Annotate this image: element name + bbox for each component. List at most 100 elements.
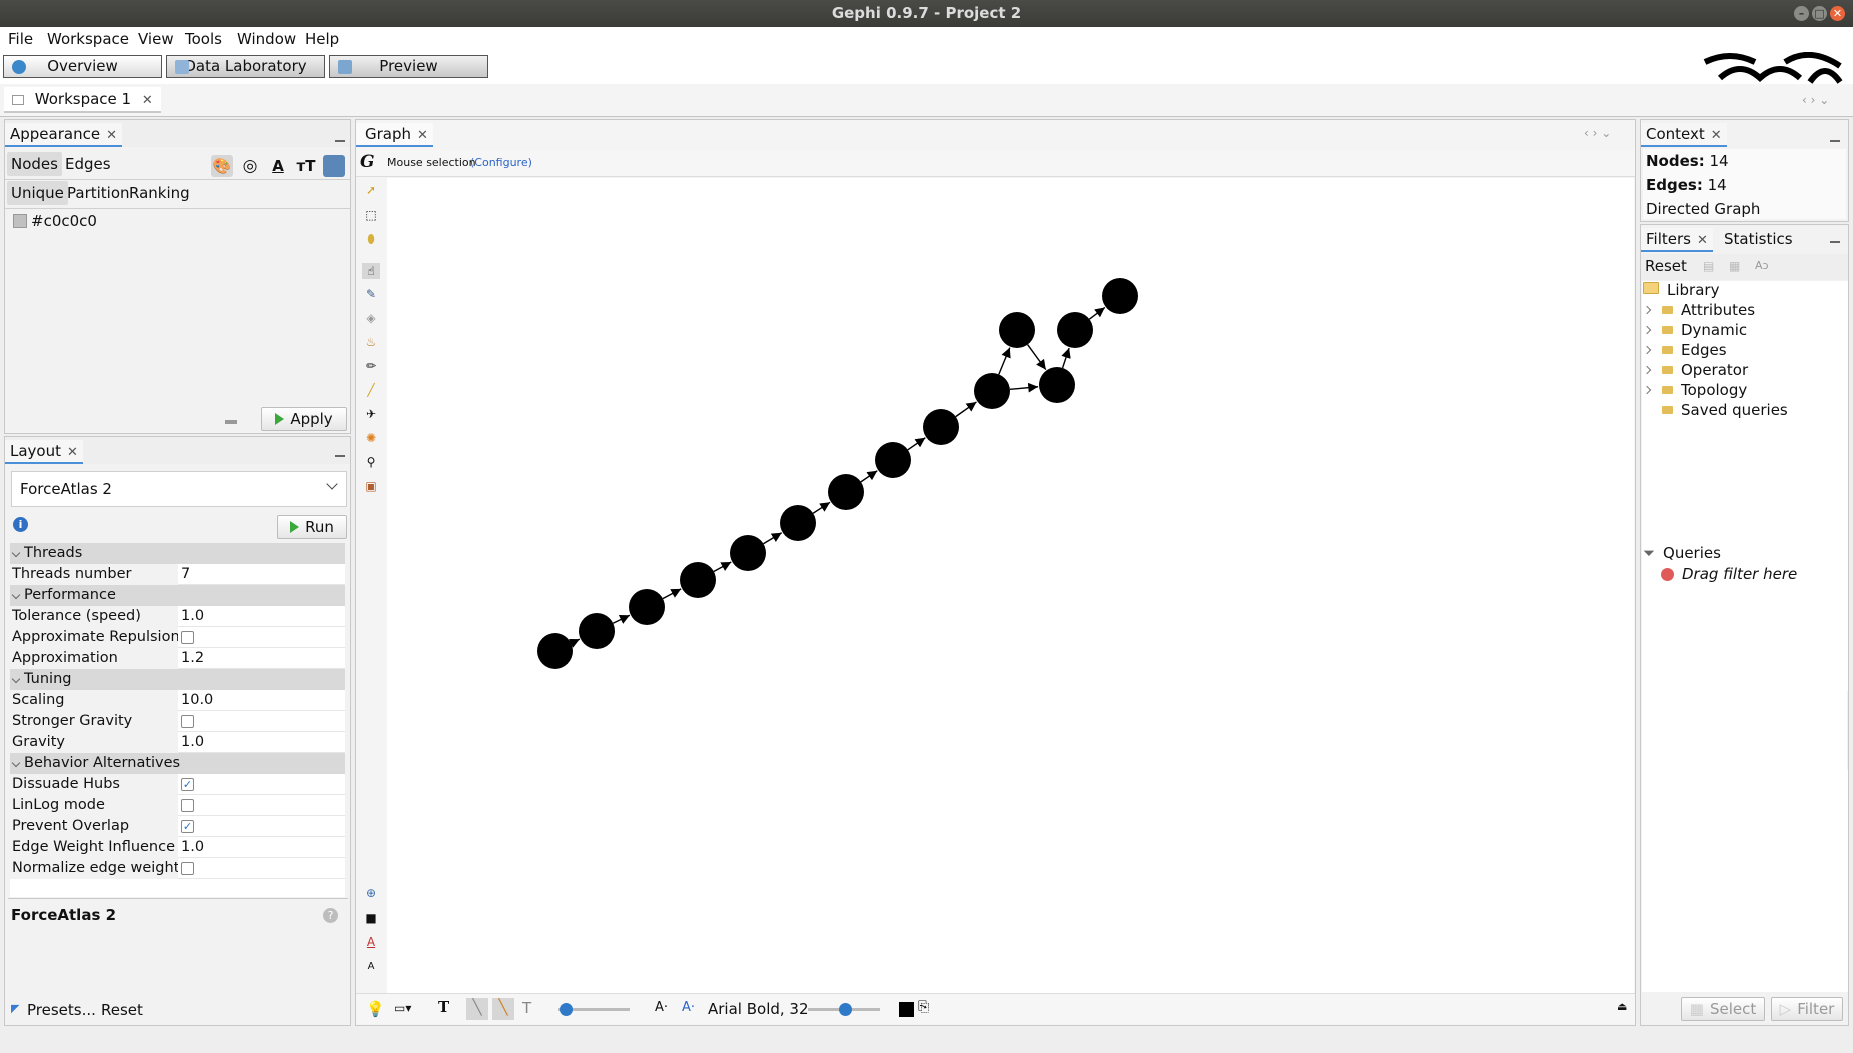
menu-help[interactable]: Help [305,30,339,48]
label-size-icon[interactable]: тT [295,155,317,177]
show-labels-icon[interactable]: T [438,998,449,1016]
graph-edge[interactable] [998,347,1011,375]
graph-edge[interactable] [763,532,783,545]
queries-node[interactable]: ⏷ Queries [1643,543,1721,563]
preview-button[interactable]: Preview [329,55,488,78]
pointer-tool-icon[interactable]: ➚ [362,182,380,198]
menu-workspace[interactable]: Workspace [47,30,129,48]
transformer-icon[interactable] [323,155,345,177]
graph-edge[interactable] [612,614,631,624]
zoom-fit-icon[interactable]: ⊕ [362,885,380,901]
font-color-icon[interactable]: A· [682,1000,695,1015]
section-behavior[interactable]: Behavior Alternatives [10,753,345,774]
menu-tools[interactable]: Tools [185,30,222,48]
edge-scale-slider[interactable] [558,1003,630,1016]
lock-icon[interactable]: ⏏ [1617,1000,1627,1013]
graph-edge[interactable] [1061,347,1071,369]
pencil-icon[interactable]: ✏ [362,358,380,374]
close-icon[interactable]: ✕ [67,445,78,460]
graph-edge[interactable] [1088,306,1106,320]
data-laboratory-button[interactable]: Data Laboratory [166,55,325,78]
painter-icon[interactable]: ✎ [362,286,380,302]
tab-scroll-arrows-icon[interactable]: ‹ › ⌄ [1802,93,1829,107]
tab-layout[interactable]: Layout ✕ [5,440,83,464]
graph-node[interactable] [730,535,766,571]
tab-graph[interactable]: Graph ✕ [356,123,433,147]
size-brush-icon[interactable]: ◈ [362,310,380,326]
dissuade-hubs-checkbox[interactable]: ✓ [181,778,194,791]
graph-node[interactable] [680,562,716,598]
background-color-icon[interactable]: ■ [362,910,380,926]
menu-view[interactable]: View [138,30,174,48]
approximation-field[interactable]: 1.2 [178,648,345,669]
tab-partition[interactable]: Partition [63,181,134,205]
info-icon[interactable]: i [13,517,28,532]
label-color-tool-icon[interactable]: A [362,934,380,950]
label-size-tool-icon[interactable]: A [362,958,380,974]
color-swatch[interactable] [13,214,27,228]
tab-nodes[interactable]: Nodes [7,152,62,176]
minimize-icon[interactable] [1830,140,1840,142]
divider-handle-icon[interactable] [225,420,237,424]
threads-number-field[interactable]: 7 [178,564,345,585]
graph-canvas[interactable] [387,178,1634,993]
slider-thumb[interactable] [839,1003,852,1016]
heat-map-icon[interactable]: ♨ [362,334,380,350]
overview-button[interactable]: Overview [3,55,162,78]
stronger-gravity-checkbox[interactable] [181,715,194,728]
font-label[interactable]: Arial Bold, 32 [708,1000,809,1018]
library-item-operator[interactable]: Operator [1662,360,1748,380]
graph-node[interactable] [629,589,665,625]
graph-edge[interactable] [955,401,977,418]
menu-file[interactable]: File [8,30,33,48]
label-color-icon[interactable]: A [267,155,289,177]
graph-edge[interactable] [1009,382,1039,393]
graph-edge[interactable] [907,437,926,451]
library-item-edges[interactable]: Edges [1662,340,1727,360]
save-icon[interactable]: ▦ [1729,259,1740,273]
graph-node[interactable] [1057,312,1093,348]
font-size-slider[interactable] [808,1003,880,1016]
rectangle-select-icon[interactable]: ⬚ [362,207,380,223]
graph-edge[interactable] [812,501,831,514]
graph-edge[interactable] [662,588,682,600]
apply-button[interactable]: Apply [261,407,347,431]
minimize-icon[interactable] [335,140,345,142]
tab-appearance[interactable]: Appearance ✕ [5,123,122,147]
color-palette-icon[interactable]: 🎨 [211,155,233,177]
close-workspace-icon[interactable]: ✕ [142,93,153,108]
edge-label-icon[interactable]: T [522,999,531,1017]
graph-node[interactable] [974,373,1010,409]
tab-ranking[interactable]: Ranking [125,181,194,205]
tab-context[interactable]: Context ✕ [1641,123,1727,147]
minimize-icon[interactable] [335,455,345,457]
library-node[interactable]: Library [1643,280,1719,300]
select-neighbors-icon[interactable]: ⚲ [362,454,380,470]
tab-edges[interactable]: Edges [61,152,115,176]
layout-reset-button[interactable]: Reset [101,1001,143,1019]
edge-pencil-icon[interactable]: ╱ [362,382,380,398]
graph-node[interactable] [579,613,615,649]
help-icon[interactable]: ? [323,908,338,923]
library-item-topology[interactable]: Topology [1662,380,1747,400]
export-icon[interactable]: ▤ [1703,259,1714,273]
label-attributes-icon[interactable]: ⎘ [918,999,929,1015]
tab-nav-arrows-icon[interactable]: ‹ › ⌄ [1584,126,1611,140]
shortest-path-icon[interactable]: ✈ [362,406,380,422]
configure-link[interactable]: (Configure) [470,156,532,169]
scaling-field[interactable]: 10.0 [178,690,345,711]
lasso-select-icon[interactable]: ⬮ [362,231,380,247]
drag-tool-icon[interactable]: ☝ [362,263,380,279]
size-icon[interactable]: ◎ [239,155,261,177]
library-item-dynamic[interactable]: Dynamic [1662,320,1747,340]
diffusion-icon[interactable]: ✺ [362,430,380,446]
graph-node[interactable] [780,505,816,541]
graph-edge[interactable] [860,470,878,483]
normalize-checkbox[interactable] [181,862,194,875]
tab-unique[interactable]: Unique [7,181,68,205]
close-icon[interactable]: ✕ [417,128,428,143]
auto-refresh-icon[interactable]: Aↄ [1755,259,1769,272]
tab-statistics[interactable]: Statistics [1719,228,1798,252]
graph-node[interactable] [1039,367,1075,403]
edge-color-icon[interactable]: ╲ [492,998,514,1020]
